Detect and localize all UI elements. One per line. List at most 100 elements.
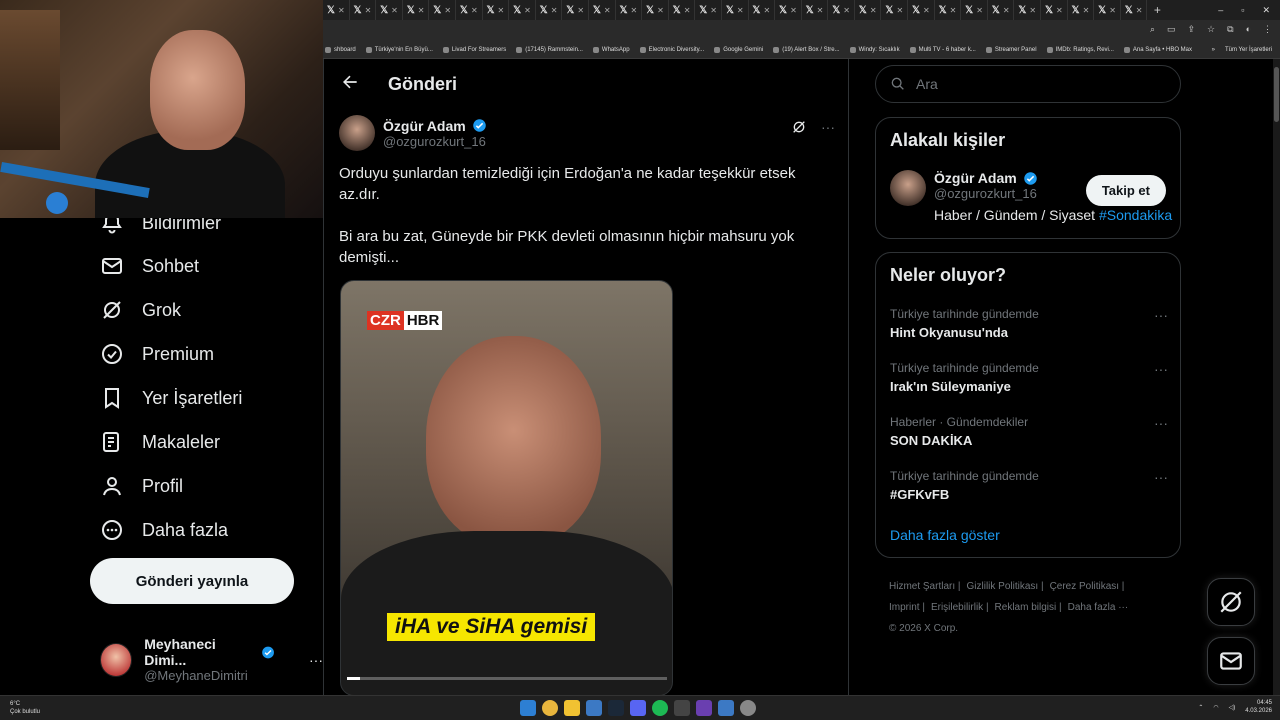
- browser-tab[interactable]: 𝕏 ✕: [722, 0, 749, 20]
- browser-tab[interactable]: 𝕏 ✕: [935, 0, 962, 20]
- account-switcher[interactable]: Meyhaneci Dimi... @MeyhaneDimitri ···: [100, 636, 323, 683]
- close-tab-icon[interactable]: ✕: [1056, 6, 1063, 15]
- steam-icon[interactable]: [608, 700, 624, 716]
- show-more-link[interactable]: Daha fazla göster: [890, 527, 1000, 543]
- extensions-icon[interactable]: ⧉: [1227, 24, 1233, 35]
- close-tab-icon[interactable]: ✕: [817, 6, 824, 15]
- footer-link[interactable]: Imprint |: [889, 602, 925, 613]
- browser-tab[interactable]: 𝕏 ✕: [988, 0, 1015, 20]
- bookmark-item[interactable]: (17145) Rammstein...: [516, 47, 583, 53]
- browser-tab[interactable]: 𝕏 ✕: [695, 0, 722, 20]
- bookmark-item[interactable]: Türkiye'nin En Büyü...: [365, 47, 433, 53]
- browser-tab[interactable]: 𝕏 ✕: [669, 0, 696, 20]
- trend-more-icon[interactable]: ···: [1154, 469, 1168, 485]
- close-tab-icon[interactable]: ✕: [631, 6, 638, 15]
- minimize-button[interactable]: –: [1218, 5, 1223, 15]
- post-video[interactable]: CZR HBR iHA ve SiHA gemisi: [340, 280, 673, 696]
- footer-link[interactable]: Daha fazla ···: [1068, 602, 1129, 613]
- close-tab-icon[interactable]: ✕: [790, 6, 797, 15]
- volume-icon[interactable]: ◁): [1229, 704, 1236, 711]
- browser-tab[interactable]: 𝕏 ✕: [429, 0, 456, 20]
- weather-widget[interactable]: 6°C Çok bulutlu: [10, 700, 40, 716]
- app-icon[interactable]: [696, 700, 712, 716]
- trend-item[interactable]: Türkiye tarihinde gündemde Hint Okyanusu'…: [890, 307, 1168, 340]
- browser-tab[interactable]: 𝕏 ✕: [1041, 0, 1068, 20]
- browser-tab[interactable]: 𝕏 ✕: [802, 0, 829, 20]
- browser-tab[interactable]: 𝕏 ✕: [456, 0, 483, 20]
- maximize-button[interactable]: ▫: [1241, 5, 1244, 15]
- close-tab-icon[interactable]: ✕: [684, 6, 691, 15]
- app-icon[interactable]: [586, 700, 602, 716]
- trend-more-icon[interactable]: ···: [1154, 307, 1168, 323]
- browser-tab[interactable]: 𝕏 ✕: [376, 0, 403, 20]
- browser-tab[interactable]: 𝕏 ✕: [855, 0, 882, 20]
- profile-menu-icon[interactable]: ◐: [1246, 24, 1251, 35]
- all-bookmarks-button[interactable]: Tüm Yer İşaretleri: [1225, 47, 1272, 53]
- close-tab-icon[interactable]: ✕: [577, 6, 584, 15]
- bookmark-item[interactable]: Multi TV - 6 haber k...: [909, 47, 976, 53]
- close-tab-icon[interactable]: ✕: [471, 6, 478, 15]
- browser-tab[interactable]: 𝕏 ✕: [403, 0, 430, 20]
- close-tab-icon[interactable]: ✕: [950, 6, 957, 15]
- post-button[interactable]: Gönderi yayınla: [90, 558, 294, 604]
- close-tab-icon[interactable]: ✕: [976, 6, 983, 15]
- bookmark-item[interactable]: (19) Alert Box / Stre...: [773, 47, 840, 53]
- browser-tab[interactable]: 𝕏 ✕: [589, 0, 616, 20]
- close-tab-icon[interactable]: ✕: [896, 6, 903, 15]
- chrome-icon[interactable]: [542, 700, 558, 716]
- post-more-icon[interactable]: ···: [821, 119, 835, 138]
- zoom-icon[interactable]: ⌕: [1150, 24, 1155, 35]
- close-tab-icon[interactable]: ✕: [524, 6, 531, 15]
- start-icon[interactable]: [520, 700, 536, 716]
- nav-item[interactable]: Sohbet: [100, 254, 199, 278]
- nav-item[interactable]: Daha fazla: [100, 518, 228, 542]
- related-bio-hashtag[interactable]: #Sondakika: [1099, 207, 1172, 223]
- browser-tab[interactable]: 𝕏 ✕: [483, 0, 510, 20]
- footer-link[interactable]: Reklam bilgisi |: [995, 602, 1062, 613]
- search-box[interactable]: Ara: [875, 65, 1181, 103]
- close-tab-icon[interactable]: ✕: [763, 6, 770, 15]
- close-tab-icon[interactable]: ✕: [923, 6, 930, 15]
- close-tab-icon[interactable]: ✕: [551, 6, 558, 15]
- browser-tab[interactable]: 𝕏 ✕: [961, 0, 988, 20]
- trend-more-icon[interactable]: ···: [1154, 415, 1168, 431]
- browser-tab[interactable]: 𝕏 ✕: [1068, 0, 1095, 20]
- bookmark-item[interactable]: Streamer Panel: [985, 47, 1037, 53]
- trend-item[interactable]: Haberler · Gündemdekiler SON DAKİKA ···: [890, 415, 1168, 448]
- post-author-handle[interactable]: @ozgurozkurt_16: [383, 134, 487, 149]
- close-tab-icon[interactable]: ✕: [365, 6, 372, 15]
- nav-item[interactable]: Profil: [100, 474, 183, 498]
- discord-icon[interactable]: [630, 700, 646, 716]
- browser-tab[interactable]: 𝕏 ✕: [536, 0, 563, 20]
- messages-fab-button[interactable]: [1207, 637, 1255, 685]
- bookmarks-overflow-button[interactable]: »: [1212, 47, 1215, 53]
- close-tab-icon[interactable]: ✕: [737, 6, 744, 15]
- close-tab-icon[interactable]: ✕: [843, 6, 850, 15]
- page-scrollbar[interactable]: [1273, 59, 1280, 695]
- nav-item[interactable]: Premium: [100, 342, 214, 366]
- clock[interactable]: 04:45 4.03.2026: [1245, 699, 1272, 715]
- nav-item[interactable]: Yer İşaretleri: [100, 386, 242, 410]
- close-tab-icon[interactable]: ✕: [710, 6, 717, 15]
- search-input[interactable]: Ara: [916, 76, 938, 92]
- close-tab-icon[interactable]: ✕: [1083, 6, 1090, 15]
- close-tab-icon[interactable]: ✕: [338, 6, 345, 15]
- close-tab-icon[interactable]: ✕: [604, 6, 611, 15]
- browser-tab[interactable]: 𝕏 ✕: [642, 0, 669, 20]
- file-explorer-icon[interactable]: [564, 700, 580, 716]
- footer-link[interactable]: Gizlilik Politikası |: [967, 581, 1044, 592]
- close-tab-icon[interactable]: ✕: [1136, 6, 1143, 15]
- close-tab-icon[interactable]: ✕: [657, 6, 664, 15]
- trend-more-icon[interactable]: ···: [1154, 361, 1168, 377]
- bookmark-item[interactable]: Windy: Sıcaklık: [849, 47, 900, 53]
- bookmark-item[interactable]: Livad For Streamers: [442, 47, 506, 53]
- close-tab-icon[interactable]: ✕: [391, 6, 398, 15]
- cast-icon[interactable]: ▭: [1167, 24, 1176, 35]
- share-icon[interactable]: ⇪: [1188, 24, 1196, 35]
- app-icon[interactable]: [674, 700, 690, 716]
- browser-tab[interactable]: 𝕏 ✕: [509, 0, 536, 20]
- footer-link[interactable]: Hizmet Şartları |: [889, 581, 961, 592]
- video-progress-bar[interactable]: [347, 677, 667, 680]
- footer-link[interactable]: Erişilebilirlik |: [931, 602, 989, 613]
- browser-tab[interactable]: 𝕏 ✕: [881, 0, 909, 20]
